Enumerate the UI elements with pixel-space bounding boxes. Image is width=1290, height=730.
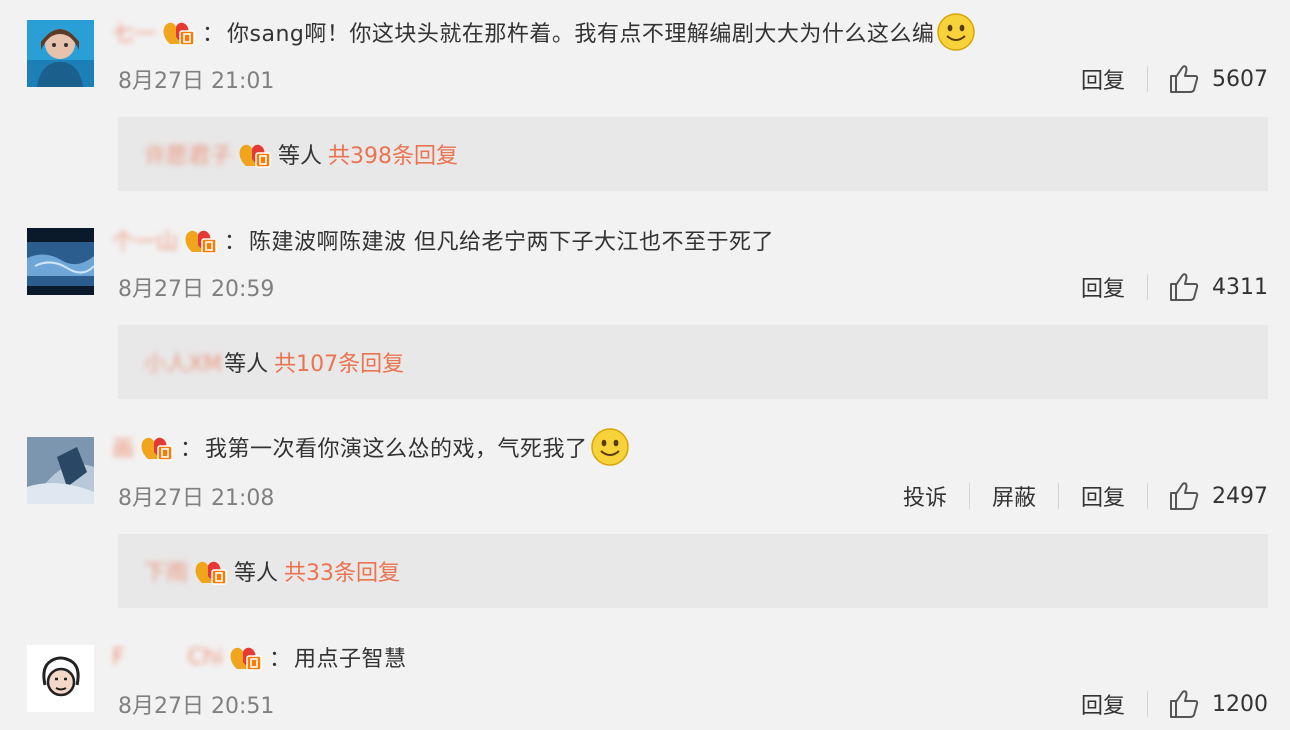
reply-username[interactable]: 许愿君子 [144,138,232,170]
like-count: 5607 [1212,66,1268,92]
separator-colon: ： [180,437,203,462]
avatar[interactable] [27,228,94,295]
vip-badge-icon [192,556,230,586]
report-button[interactable]: 投诉 [881,480,969,512]
timestamp: 8月27日 21:01 [118,69,275,94]
reply-button[interactable]: 回复 [1059,688,1147,720]
thumbs-up-icon [1168,63,1200,95]
vip-badge-icon [236,139,274,169]
comment-text: 陈建波啊陈建波 但凡给老宁两下子大江也不至于死了 [249,230,775,255]
like-count: 1200 [1212,691,1268,717]
comment-actions: 投诉 屏蔽 回复 2497 [881,479,1268,513]
avatar[interactable] [27,20,94,87]
comment-actions: 回复 1200 [1059,687,1268,721]
avatar[interactable] [27,437,94,504]
reply-username[interactable]: 下雨 [144,555,188,587]
vip-badge-icon [160,17,198,47]
timestamp: 8月27日 21:08 [118,486,275,511]
comment-text: 你sang啊！你这块头就在那杵着。我有点不理解编剧大大为什么这么编 [227,22,935,47]
block-button[interactable]: 屏蔽 [970,480,1058,512]
like-count: 2497 [1212,483,1268,509]
separator-colon: ： [224,230,247,255]
reply-label: 等人 [278,144,323,169]
reply-count[interactable]: 共107条回复 [274,346,404,378]
reply-username[interactable]: 小人XM [144,346,222,378]
smiley-icon [936,12,976,52]
vip-badge-icon [227,642,265,672]
smiley-icon [590,427,630,467]
timestamp: 8月27日 20:59 [118,277,275,302]
comment-actions: 回复 4311 [1059,270,1268,304]
username[interactable]: 七一 [112,16,156,48]
reply-count[interactable]: 共33条回复 [284,555,400,587]
like-button[interactable]: 5607 [1148,63,1268,95]
reply-label: 等人 [234,561,279,586]
reply-button[interactable]: 回复 [1059,480,1147,512]
thumbs-up-icon [1168,271,1200,303]
thumbs-up-icon [1168,480,1200,512]
timestamp: 8月27日 20:51 [118,694,275,719]
username[interactable]: F Chi [112,645,223,670]
like-button[interactable]: 2497 [1148,480,1268,512]
separator-colon: ： [202,22,225,47]
reply-summary[interactable]: 下雨 等人 共33条回复 [118,534,1268,608]
vip-badge-icon [138,432,176,462]
reply-button[interactable]: 回复 [1059,63,1147,95]
reply-summary[interactable]: 许愿君子 等人 共398条回复 [118,117,1268,191]
comment-actions: 回复 5607 [1059,62,1268,96]
comment-text: 用点子智慧 [294,647,407,672]
separator-colon: ： [269,647,292,672]
like-button[interactable]: 1200 [1148,688,1268,720]
thumbs-up-icon [1168,688,1200,720]
avatar[interactable] [27,645,94,712]
username[interactable]: 个一山 [112,224,178,256]
reply-label: 等人 [224,352,269,377]
like-button[interactable]: 4311 [1148,271,1268,303]
reply-button[interactable]: 回复 [1059,271,1147,303]
reply-summary[interactable]: 小人XM 等人 共107条回复 [118,325,1268,399]
like-count: 4311 [1212,274,1268,300]
username[interactable]: 画 [112,431,134,463]
comment-text: 我第一次看你演这么怂的戏，气死我了 [205,437,588,462]
reply-count[interactable]: 共398条回复 [328,138,458,170]
vip-badge-icon [182,225,220,255]
